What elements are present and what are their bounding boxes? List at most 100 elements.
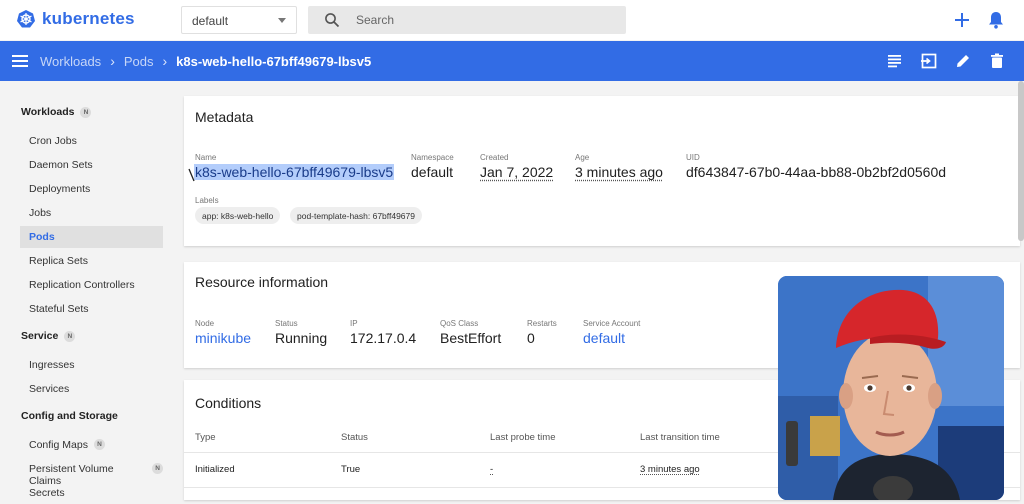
column-header-type[interactable]: Type bbox=[195, 432, 216, 443]
resource-actions bbox=[886, 52, 1006, 70]
sidebar-item-replica-sets[interactable]: Replica Sets bbox=[20, 250, 163, 272]
namespaced-badge: N bbox=[64, 331, 75, 342]
status-value: Running bbox=[275, 330, 327, 346]
sidebar-section-label: Workloads bbox=[21, 106, 74, 118]
search-input[interactable] bbox=[356, 11, 606, 29]
label-chip: pod-template-hash: 67bff49679 bbox=[290, 207, 422, 224]
qos-class-label: QoS Class bbox=[440, 319, 478, 328]
qos-class-value: BestEffort bbox=[440, 330, 501, 346]
sidebar-section-config-and-storage[interactable]: Config and Storage bbox=[21, 410, 118, 422]
sidebar-item-label: Deployments bbox=[29, 183, 90, 195]
sidebar: Workloads N Cron Jobs Daemon Sets Deploy… bbox=[0, 81, 175, 500]
sidebar-item-label: Ingresses bbox=[29, 359, 75, 371]
service-account-label: Service Account bbox=[583, 319, 640, 328]
create-resource-icon[interactable] bbox=[951, 9, 973, 31]
breadcrumb: Workloads › Pods › k8s-web-hello-67bff49… bbox=[40, 53, 371, 69]
kubernetes-logo-icon bbox=[16, 9, 36, 29]
sidebar-item-pods[interactable]: Pods bbox=[20, 226, 163, 248]
column-header-status[interactable]: Status bbox=[341, 432, 368, 443]
dropdown-arrow-icon bbox=[278, 18, 286, 23]
namespace-select[interactable]: default bbox=[181, 6, 297, 34]
sidebar-item-jobs[interactable]: Jobs bbox=[20, 202, 163, 224]
sidebar-item-replication-controllers[interactable]: Replication Controllers bbox=[20, 274, 163, 296]
ip-value: 172.17.0.4 bbox=[350, 330, 416, 346]
exec-shell-icon[interactable] bbox=[920, 52, 938, 70]
created-label: Created bbox=[480, 153, 508, 162]
sidebar-section-service[interactable]: Service N bbox=[21, 330, 75, 342]
condition-last-probe-time: - bbox=[490, 464, 493, 475]
notifications-bell-icon[interactable] bbox=[985, 9, 1007, 31]
logs-icon[interactable] bbox=[886, 52, 904, 70]
namespace-value: default bbox=[411, 164, 453, 180]
mouse-cursor-icon bbox=[188, 168, 196, 182]
created-value: Jan 7, 2022 bbox=[480, 164, 553, 180]
breadcrumb-separator-icon: › bbox=[163, 53, 168, 69]
condition-status: True bbox=[341, 464, 360, 475]
sidebar-item-label: Cron Jobs bbox=[29, 135, 77, 147]
conditions-title: Conditions bbox=[195, 395, 261, 411]
sidebar-item-cron-jobs[interactable]: Cron Jobs bbox=[20, 130, 163, 152]
sidebar-item-ingresses[interactable]: Ingresses bbox=[20, 354, 163, 376]
sidebar-item-config-maps[interactable]: Config Maps N bbox=[20, 434, 163, 456]
sidebar-item-label: Replica Sets bbox=[29, 255, 88, 267]
sidebar-item-persistent-volume-claims[interactable]: Persistent Volume Claims N bbox=[20, 458, 163, 480]
presenter-video-image bbox=[778, 276, 1004, 500]
sidebar-section-label: Service bbox=[21, 330, 58, 342]
namespaced-badge: N bbox=[94, 439, 105, 450]
namespace-label: Namespace bbox=[411, 153, 454, 162]
restarts-label: Restarts bbox=[527, 319, 557, 328]
label-chip: app: k8s-web-hello bbox=[195, 207, 280, 224]
webcam-overlay bbox=[778, 276, 1004, 500]
sidebar-item-deployments[interactable]: Deployments bbox=[20, 178, 163, 200]
menu-icon[interactable] bbox=[12, 53, 30, 69]
sidebar-item-label: Services bbox=[29, 383, 69, 395]
brand-name: kubernetes bbox=[42, 9, 135, 29]
navigation-bar: Workloads › Pods › k8s-web-hello-67bff49… bbox=[0, 41, 1024, 81]
ip-label: IP bbox=[350, 319, 358, 328]
status-label: Status bbox=[275, 319, 298, 328]
delete-trash-icon[interactable] bbox=[988, 52, 1006, 70]
column-header-last-probe-time[interactable]: Last probe time bbox=[490, 432, 555, 443]
sidebar-item-daemon-sets[interactable]: Daemon Sets bbox=[20, 154, 163, 176]
node-link[interactable]: minikube bbox=[195, 330, 251, 346]
labels-label: Labels bbox=[195, 196, 219, 205]
breadcrumb-separator-icon: › bbox=[110, 53, 115, 69]
breadcrumb-pods[interactable]: Pods bbox=[124, 54, 154, 69]
namespace-select-value: default bbox=[192, 14, 228, 28]
sidebar-item-stateful-sets[interactable]: Stateful Sets bbox=[20, 298, 163, 320]
sidebar-item-label: Daemon Sets bbox=[29, 159, 93, 171]
sidebar-item-secrets[interactable]: Secrets bbox=[20, 482, 163, 504]
sidebar-item-services[interactable]: Services bbox=[20, 378, 163, 400]
page-scrollbar[interactable] bbox=[1018, 81, 1024, 241]
logo[interactable]: kubernetes bbox=[16, 9, 135, 29]
sidebar-item-label: Replication Controllers bbox=[29, 279, 135, 291]
condition-last-transition-time: 3 minutes ago bbox=[640, 464, 700, 475]
sidebar-item-label: Stateful Sets bbox=[29, 303, 89, 315]
sidebar-section-workloads[interactable]: Workloads N bbox=[21, 106, 91, 118]
sidebar-item-label: Pods bbox=[29, 231, 55, 243]
metadata-title: Metadata bbox=[195, 109, 253, 125]
column-header-last-transition-time[interactable]: Last transition time bbox=[640, 432, 720, 443]
age-value: 3 minutes ago bbox=[575, 164, 663, 180]
sidebar-item-label: Jobs bbox=[29, 207, 51, 219]
metadata-card: Metadata Name k8s-web-hello-67bff49679-l… bbox=[184, 96, 1020, 246]
condition-type: Initialized bbox=[195, 464, 235, 475]
breadcrumb-workloads[interactable]: Workloads bbox=[40, 54, 101, 69]
selected-text: k8s-web-hello-67bff49679-lbsv5 bbox=[194, 164, 394, 180]
sidebar-section-label: Config and Storage bbox=[21, 410, 118, 422]
search-box[interactable] bbox=[308, 6, 626, 34]
node-label: Node bbox=[195, 319, 214, 328]
sidebar-item-label: Secrets bbox=[29, 487, 65, 499]
breadcrumb-current: k8s-web-hello-67bff49679-lbsv5 bbox=[176, 54, 371, 69]
uid-value: df643847-67b0-44aa-bb88-0b2bf2d0560d bbox=[686, 164, 946, 180]
service-account-link[interactable]: default bbox=[583, 330, 625, 346]
edit-pencil-icon[interactable] bbox=[954, 52, 972, 70]
sidebar-item-label: Config Maps bbox=[29, 439, 88, 451]
name-label: Name bbox=[195, 153, 216, 162]
restarts-value: 0 bbox=[527, 330, 535, 346]
age-label: Age bbox=[575, 153, 589, 162]
top-bar: kubernetes default bbox=[0, 0, 1024, 40]
resource-information-title: Resource information bbox=[195, 274, 328, 290]
search-icon bbox=[324, 12, 340, 28]
pod-name-value[interactable]: k8s-web-hello-67bff49679-lbsv5 bbox=[194, 164, 394, 180]
